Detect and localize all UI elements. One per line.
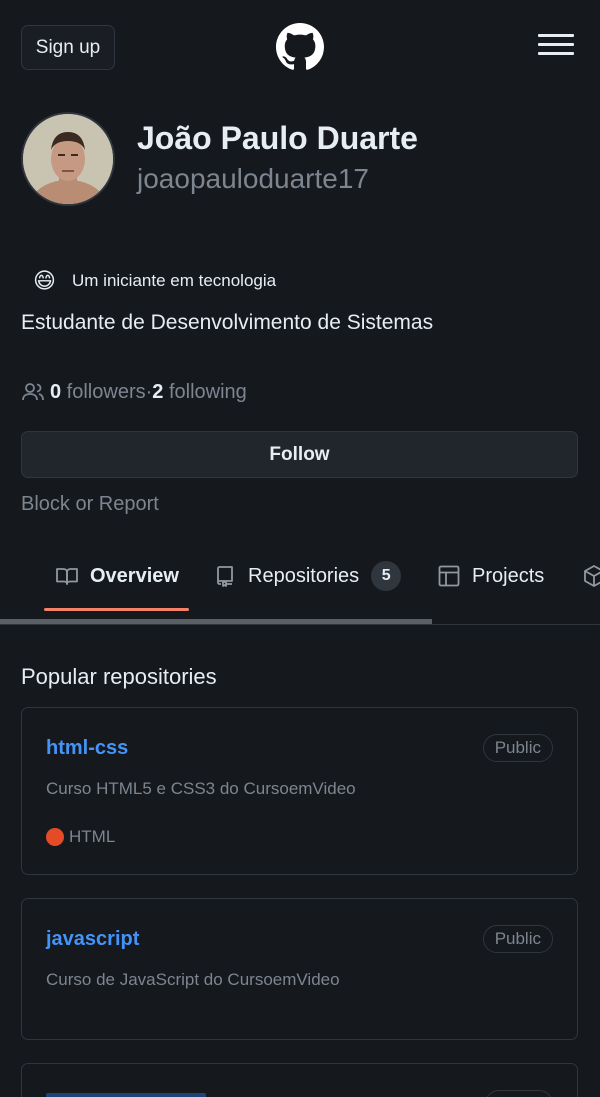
visibility-badge: Public <box>482 734 553 762</box>
language-color-dot <box>46 828 64 846</box>
followers-link[interactable]: 0 followers <box>50 381 146 404</box>
tabs-divider <box>0 624 600 625</box>
repo-name-link[interactable]: javascript <box>46 928 139 951</box>
repositories-count-badge: 5 <box>371 561 402 591</box>
status-text: Um iniciante em tecnologia <box>72 271 277 290</box>
repo-card <box>21 1063 578 1097</box>
block-or-report-link[interactable]: Block or Report <box>21 493 159 516</box>
visibility-badge: Public <box>482 925 553 953</box>
following-label: following <box>163 380 247 403</box>
repo-language: HTML <box>46 827 115 847</box>
follow-stats: 0 followers · 2 following <box>21 380 247 404</box>
avatar[interactable] <box>21 112 115 206</box>
hamburger-menu-icon[interactable] <box>538 34 574 60</box>
visibility-badge <box>485 1090 553 1097</box>
user-status[interactable]: 😄 Um iniciante em tecnologia <box>33 268 276 294</box>
profile-bio: Estudante de Desenvolvimento de Sistemas <box>21 311 434 334</box>
tab-packages[interactable] <box>582 540 600 612</box>
repo-icon <box>217 566 233 587</box>
followers-count: 0 <box>50 380 62 403</box>
followers-label: followers <box>61 380 146 403</box>
tab-label: Repositories <box>248 564 360 587</box>
repo-name-link[interactable]: html-css <box>46 737 128 760</box>
sign-up-button[interactable]: Sign up <box>21 25 115 70</box>
tab-overview[interactable]: Overview <box>55 540 179 612</box>
profile-name: João Paulo Duarte <box>137 120 418 156</box>
separator: · <box>145 380 153 403</box>
repo-card: html-css Public Curso HTML5 e CSS3 do Cu… <box>21 707 578 875</box>
following-count: 2 <box>152 380 164 403</box>
profile-tabs: Overview Repositories 5 Projects <box>0 540 600 626</box>
github-mark-icon[interactable] <box>276 23 324 71</box>
people-icon <box>22 383 44 401</box>
profile-username: joaopauloduarte17 <box>137 163 369 194</box>
profile-page: Sign up João Paulo Duarte joaopauloduart… <box>0 0 600 1097</box>
repo-card: javascript Public Curso de JavaScript do… <box>21 898 578 1040</box>
repo-name-link[interactable] <box>46 1093 206 1097</box>
repo-description: Curso HTML5 e CSS3 do CursoemVideo <box>46 779 356 798</box>
tab-projects[interactable]: Projects <box>437 540 544 612</box>
smile-emoji-icon: 😄 <box>33 268 56 293</box>
tab-label: Projects <box>472 564 545 587</box>
tab-repositories[interactable]: Repositories 5 <box>213 540 402 612</box>
table-icon <box>438 565 460 587</box>
book-icon <box>56 568 78 585</box>
tab-label: Overview <box>90 564 179 587</box>
following-link[interactable]: 2 following <box>152 381 247 404</box>
package-icon <box>584 565 600 587</box>
active-tab-indicator <box>44 608 189 611</box>
tabs-scrollbar[interactable] <box>0 619 432 624</box>
follow-button[interactable]: Follow <box>21 431 578 478</box>
language-name: HTML <box>69 827 116 846</box>
repo-description: Curso de JavaScript do CursoemVideo <box>46 970 340 989</box>
popular-repositories-title: Popular repositories <box>21 664 217 689</box>
